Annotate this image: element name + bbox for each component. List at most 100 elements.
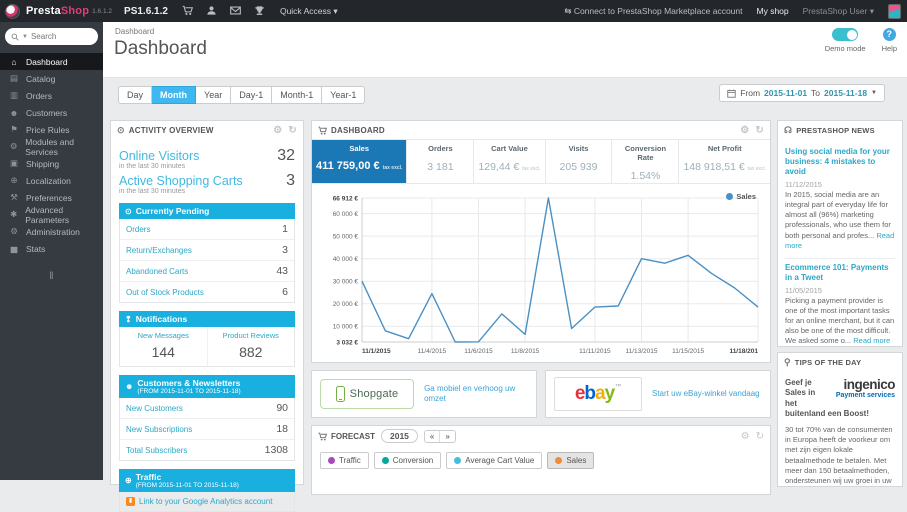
prev-year-button[interactable]: « <box>424 430 440 442</box>
next-year-button[interactable]: » <box>439 430 455 442</box>
row-value: 90 <box>276 402 288 414</box>
sidebar-item-catalog[interactable]: ▤ Catalog <box>0 70 103 87</box>
excerpt-text: In 2015, social media are an integral pa… <box>785 190 891 240</box>
search-box[interactable]: ▼ <box>5 28 98 45</box>
shop-name[interactable]: PS1.6.1.2 <box>124 6 168 17</box>
legend-sales-button[interactable]: Sales <box>547 452 595 469</box>
ebay-logo[interactable]: e b a y ™ <box>554 377 642 411</box>
kpi-sales[interactable]: Sales 411 759,00 € tax excl. <box>312 140 408 183</box>
cart-icon[interactable] <box>182 5 194 17</box>
search-scope-caret-icon[interactable]: ▼ <box>22 34 28 40</box>
user-menu[interactable]: PrestaShop User ▾ <box>803 6 874 17</box>
globe-icon: ⊕ <box>10 175 18 185</box>
customers-title: Customers & Newsletters <box>137 378 241 388</box>
group-icon: ☻ <box>9 107 19 118</box>
news-article-title[interactable]: Ecommerce 101: Payments in a Tweet <box>785 263 895 283</box>
ingenico-logo[interactable]: ingenico Payment services <box>823 378 896 399</box>
sidebar-item-price-rules[interactable]: ⚑ Price Rules <box>0 121 103 138</box>
panel-refresh-icon[interactable]: ↻ <box>756 431 764 442</box>
sidebar-item-customers[interactable]: ☻ Customers <box>0 104 103 121</box>
search-input[interactable] <box>30 32 89 41</box>
product-reviews-cell[interactable]: Product Reviews 882 <box>206 327 295 366</box>
total-subscribers-row[interactable]: Total Subscribers 1308 <box>120 440 294 460</box>
panel-settings-icon[interactable]: ⚙ <box>741 431 750 442</box>
sidebar-item-stats[interactable]: ▅ Stats <box>0 240 103 257</box>
marketplace-connect-link[interactable]: ⇆ Connect to PrestaShop Marketplace acco… <box>564 6 742 17</box>
row-value: 43 <box>276 265 288 277</box>
kpi-conversion-rate[interactable]: Conversion Rate 1.54% <box>612 140 680 183</box>
sidebar-item-label: Administration <box>26 226 80 237</box>
book-icon: ▤ <box>9 73 19 83</box>
legend-label: Sales <box>566 456 587 465</box>
activity-title: ACTIVITY OVERVIEW <box>128 125 214 135</box>
demo-mode-toggle[interactable] <box>832 28 859 41</box>
new-messages-cell[interactable]: New Messages 144 <box>120 327 207 366</box>
shopgate-logo[interactable]: Shopgate <box>320 379 415 409</box>
legend-avg-cart-value-button[interactable]: Average Cart Value <box>446 452 543 469</box>
google-analytics-link[interactable]: Link to your Google Analytics account <box>139 497 272 506</box>
new-subscriptions-row[interactable]: New Subscriptions 18 <box>120 419 294 440</box>
active-carts-link[interactable]: Active Shopping Carts <box>119 174 243 188</box>
demo-mode-control[interactable]: Demo mode <box>825 28 866 53</box>
sidebar-item-localization[interactable]: ⊕ Localization <box>0 172 103 189</box>
panel-settings-icon[interactable]: ⚙ <box>740 125 749 136</box>
range-year-1-button[interactable]: Year-1 <box>322 86 366 104</box>
clock-icon: ⊙ <box>117 124 125 135</box>
brand-name[interactable]: PrestaShop <box>26 5 89 17</box>
traffic-header: ⊕ Traffic (FROM 2015-11-01 TO 2015-11-18) <box>119 469 295 492</box>
notifications-header: ❢ Notifications <box>119 311 295 327</box>
panel-refresh-icon[interactable]: ↻ <box>288 125 297 136</box>
range-month-1-button[interactable]: Month-1 <box>272 86 323 104</box>
range-day-button[interactable]: Day <box>118 86 153 104</box>
legend-conversion-button[interactable]: Conversion <box>373 452 442 469</box>
customer-icon[interactable] <box>206 5 218 17</box>
online-visitors-link[interactable]: Online Visitors <box>119 149 199 163</box>
sidebar-item-dashboard[interactable]: ⌂ Dashboard <box>0 53 103 70</box>
kpi-visits[interactable]: Visits 205 939 <box>546 140 613 183</box>
forecast-year: 2015 <box>381 429 418 443</box>
sidebar-collapse-button[interactable]: ‖ <box>0 271 103 282</box>
chart-legend[interactable]: Sales <box>726 192 756 201</box>
legend-traffic-button[interactable]: Traffic <box>320 452 369 469</box>
pending-returns-row[interactable]: Return/Exchanges 3 <box>120 240 294 261</box>
range-year-button[interactable]: Year <box>196 86 232 104</box>
pending-orders-row[interactable]: Orders 1 <box>120 219 294 240</box>
sidebar-item-orders[interactable]: ▥ Orders <box>0 87 103 104</box>
kpi-net-profit[interactable]: Net Profit 148 918,51 € tax excl. <box>679 140 770 183</box>
date-range-picker[interactable]: From 2015-11-01 To 2015-11-18 ▼ <box>719 84 885 102</box>
help-icon[interactable]: ? <box>882 28 896 41</box>
shopgate-link[interactable]: Ga mobiel en verhoog uw omzet <box>424 384 528 405</box>
ebay-link[interactable]: Start uw eBay-winkel vandaag <box>652 389 760 399</box>
conversion-dot-icon <box>381 457 389 464</box>
google-analytics-link-row[interactable]: ▮ Link to your Google Analytics account <box>119 492 295 512</box>
user-avatar[interactable] <box>888 3 901 19</box>
range-month-button[interactable]: Month <box>152 86 197 104</box>
messages-icon[interactable] <box>230 5 242 17</box>
kpi-orders[interactable]: Orders 3 181 <box>407 140 475 183</box>
breadcrumb[interactable]: Dashboard <box>115 27 154 36</box>
sales-chart: 66 912 € 60 000 € 50 000 € 40 000 € 30 000 €… <box>333 195 759 355</box>
sidebar-item-shipping[interactable]: ▣ Shipping <box>0 155 103 172</box>
read-more-link[interactable]: Read more <box>853 336 890 345</box>
gear-icon: ⚙ <box>10 226 18 236</box>
quick-access-menu[interactable]: Quick Access ▾ <box>280 6 338 17</box>
news-article-title[interactable]: Using social media for your business: 4 … <box>785 147 895 177</box>
sidebar-item-preferences[interactable]: ⚒ Preferences <box>0 189 103 206</box>
sidebar-item-administration[interactable]: ⚙ Administration <box>0 223 103 240</box>
trophy-icon[interactable] <box>254 5 266 17</box>
range-day-1-button[interactable]: Day-1 <box>231 86 273 104</box>
kpi-cart-value[interactable]: Cart Value 129,44 € tax excl. <box>474 140 546 183</box>
new-customers-row[interactable]: New Customers 90 <box>120 398 294 419</box>
bar-chart-icon: ▅ <box>10 243 18 253</box>
topbar: PrestaShop 1.6.1.2 PS1.6.1.2 Quick Acces… <box>0 0 907 22</box>
version-label: 1.6.1.2 <box>92 7 113 15</box>
panel-settings-icon[interactable]: ⚙ <box>273 125 282 136</box>
sidebar-item-advanced-parameters[interactable]: ✱ Advanced Parameters <box>0 205 103 225</box>
abandoned-carts-row[interactable]: Abandoned Carts 43 <box>120 261 294 282</box>
prestashop-logo[interactable] <box>5 3 20 19</box>
out-of-stock-row[interactable]: Out of Stock Products 6 <box>120 282 294 302</box>
panel-refresh-icon[interactable]: ↻ <box>755 125 764 136</box>
my-shop-link[interactable]: My shop <box>757 6 789 16</box>
help-control[interactable]: ? Help <box>882 28 897 53</box>
sidebar-item-modules[interactable]: ⚙ Modules and Services <box>0 137 103 157</box>
